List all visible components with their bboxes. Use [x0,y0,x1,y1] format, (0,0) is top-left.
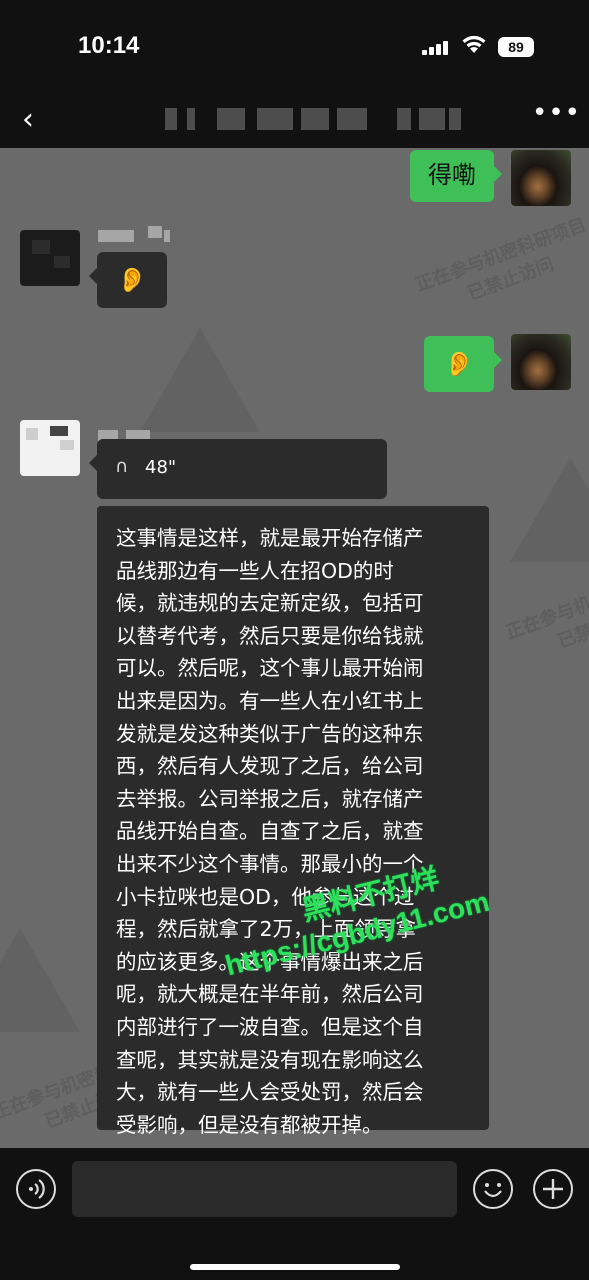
my-avatar[interactable] [511,150,571,206]
chevron-left-icon[interactable]: ‹ [22,102,34,137]
message-text: 得嘞 [428,161,476,189]
warning-watermark-icon [510,458,589,562]
ear-icon: 👂 [117,266,147,294]
status-time: 10:14 [78,32,140,59]
chat-area: 正在参与机密科研项目 已禁止访问 正在参与机密科研项目 已禁止访问 正在参与机密科研… [0,148,589,1148]
wifi-icon [462,35,486,53]
voice-icon[interactable] [16,1169,56,1209]
message-bubble-me[interactable]: 得嘞 [410,150,502,202]
message-bubble-other[interactable]: 👂 [89,252,167,308]
ear-icon: 👂 [444,350,474,378]
battery-indicator: 89 [498,37,534,57]
voice-transcript: 这事情是这样，就是最开始存储产 品线那边有一些人在招OD的时 候，就违规的去定新… [97,506,489,1137]
more-icon[interactable]: ••• [532,98,581,128]
notice-watermark: 正在参与机密科研项目 已禁止访问 [412,214,589,305]
voice-duration: 48" [145,457,177,478]
chat-title [165,108,465,132]
message-bubble-me[interactable]: 👂 [424,336,502,392]
input-bar [0,1148,589,1280]
warning-watermark-icon [0,928,80,1032]
sender-name [98,226,178,244]
voice-wave-icon: ∩ [115,456,129,477]
cellular-signal-icon [422,41,452,55]
plus-icon[interactable] [533,1169,573,1209]
contact-avatar[interactable] [20,230,80,286]
message-input[interactable] [72,1161,457,1217]
my-avatar[interactable] [511,334,571,390]
voice-message-bubble[interactable]: ∩ 48" [89,439,387,499]
contact-avatar[interactable] [20,420,80,476]
emoji-icon[interactable] [473,1169,513,1209]
warning-watermark-icon [140,328,260,432]
status-bar: 10:14 89 [0,0,589,92]
chat-header: ‹ ••• [0,92,589,148]
notice-watermark: 正在参与机密科研项目 已禁止访问 [502,562,589,653]
home-indicator [190,1264,400,1270]
